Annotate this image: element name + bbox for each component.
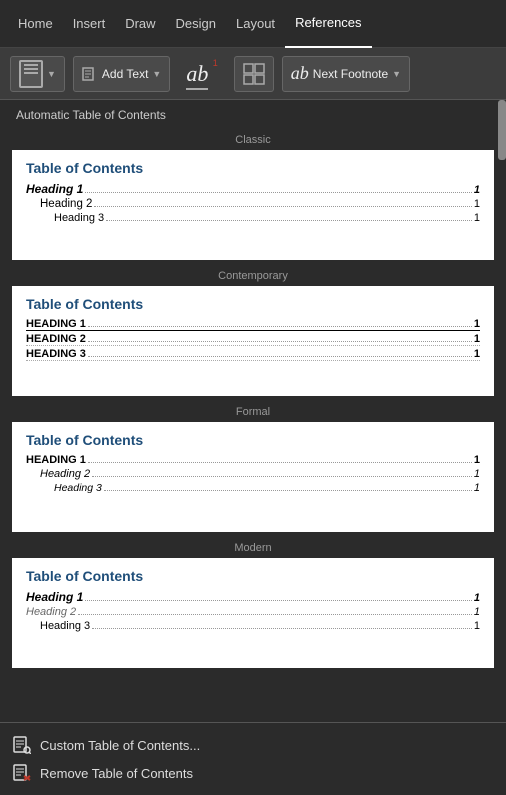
modern-h3-row: Heading 3 1 [40,620,480,632]
nav-references[interactable]: References [285,0,371,48]
classic-h3-page: 1 [474,212,480,224]
doc-icon [19,60,43,88]
modern-h2-dots [78,614,472,615]
contemporary-h2-row: HEADING 2 1 [26,333,480,346]
custom-toc-action[interactable]: Custom Table of Contents... [12,731,494,759]
contemporary-h1-dots [88,326,472,327]
formal-h3-text: Heading 3 [54,482,102,494]
modern-h2-text: Heading 2 [26,606,76,618]
nav-insert[interactable]: Insert [63,0,116,48]
contemporary-h1-page: 1 [474,318,480,330]
nav-design[interactable]: Design [166,0,226,48]
ab-sample: ab 1 [178,61,225,87]
contemporary-h2-page: 1 [474,333,480,345]
modern-h3-dots [92,628,472,629]
contemporary-h3-dots [88,356,472,357]
contemporary-h3-row: HEADING 3 1 [26,348,480,361]
classic-h1-dots [85,192,472,193]
custom-toc-icon [12,735,32,755]
formal-h1-dots [88,462,472,463]
modern-h1-page: 1 [474,592,480,604]
classic-h3-dots [106,220,472,221]
ab-text: ab [186,61,208,90]
scrollbar[interactable] [498,100,506,160]
contemporary-h3-text: HEADING 3 [26,348,86,360]
classic-h1-row: Heading 1 1 [26,182,480,196]
contemporary-toc-title: Table of Contents [26,296,480,312]
contemporary-h1-row: HEADING 1 1 [26,318,480,331]
formal-h3-row: Heading 3 1 [54,482,480,494]
formal-h3-page: 1 [474,482,480,494]
modern-h2-page: 1 [474,606,480,618]
formal-h1-text: HEADING 1 [26,454,86,466]
classic-label: Classic [0,128,506,150]
footnote-ab-text: ab [291,63,309,84]
bottom-actions: Custom Table of Contents... Remove Table… [0,722,506,795]
toolbar: ▼ Add Text ▼ ab 1 ab Next Footnote ▼ [0,48,506,100]
classic-h1-text: Heading 1 [26,182,83,196]
modern-toc-title: Table of Contents [26,568,480,584]
contemporary-h2-text: HEADING 2 [26,333,86,345]
layout-icon [243,63,265,85]
nav-bar: Home Insert Draw Design Layout Reference… [0,0,506,48]
classic-h3-row: Heading 3 1 [54,212,480,224]
layout-button[interactable] [234,56,274,92]
add-text-chevron-icon: ▼ [152,69,161,79]
classic-card[interactable]: Table of Contents Heading 1 1 Heading 2 … [12,150,494,260]
contemporary-h1-text: HEADING 1 [26,318,86,330]
classic-h1-page: 1 [474,184,480,196]
formal-h1-row: HEADING 1 1 [26,454,480,466]
custom-toc-label: Custom Table of Contents... [40,738,200,753]
formal-h2-page: 1 [474,468,480,480]
modern-label: Modern [0,536,506,558]
formal-h2-row: Heading 2 1 [40,468,480,480]
next-footnote-button[interactable]: ab Next Footnote ▼ [282,56,410,92]
formal-h2-text: Heading 2 [40,468,90,480]
formal-label: Formal [0,400,506,422]
remove-toc-action[interactable]: Remove Table of Contents [12,759,494,787]
formal-h2-dots [92,476,472,477]
classic-h3-text: Heading 3 [54,212,104,224]
formal-toc-title: Table of Contents [26,432,480,448]
classic-h2-text: Heading 2 [40,198,92,210]
modern-h3-page: 1 [474,620,480,632]
panel-title: Automatic Table of Contents [0,100,506,128]
nav-draw[interactable]: Draw [115,0,165,48]
modern-h2-row: Heading 2 1 [26,606,480,618]
formal-h3-dots [104,490,472,491]
classic-h2-page: 1 [474,198,480,210]
toc-dropdown-panel: Automatic Table of Contents Classic Tabl… [0,100,506,795]
ab-badge: 1 [213,58,218,68]
next-footnote-chevron-icon: ▼ [392,69,401,79]
remove-toc-icon [12,763,32,783]
classic-toc-title: Table of Contents [26,160,480,176]
formal-card[interactable]: Table of Contents HEADING 1 1 Heading 2 … [12,422,494,532]
classic-h2-row: Heading 2 1 [40,198,480,210]
modern-h3-text: Heading 3 [40,620,90,632]
contemporary-h3-page: 1 [474,348,480,360]
nav-home[interactable]: Home [8,0,63,48]
contemporary-h2-dots [88,341,472,342]
contemporary-card[interactable]: Table of Contents HEADING 1 1 HEADING 2 … [12,286,494,396]
modern-card[interactable]: Table of Contents Heading 1 1 Heading 2 … [12,558,494,668]
doc-chevron-icon: ▼ [47,69,56,79]
add-text-button[interactable]: Add Text ▼ [73,56,170,92]
nav-layout[interactable]: Layout [226,0,285,48]
modern-h1-text: Heading 1 [26,590,83,604]
add-text-label: Add Text [102,67,148,81]
modern-h1-row: Heading 1 1 [26,590,480,604]
remove-toc-label: Remove Table of Contents [40,766,193,781]
classic-h2-dots [94,206,471,207]
next-footnote-label: Next Footnote [313,67,388,81]
formal-h1-page: 1 [474,454,480,466]
modern-h1-dots [85,600,472,601]
doc-dropdown-button[interactable]: ▼ [10,56,65,92]
contemporary-label: Contemporary [0,264,506,286]
add-text-icon [82,66,98,82]
